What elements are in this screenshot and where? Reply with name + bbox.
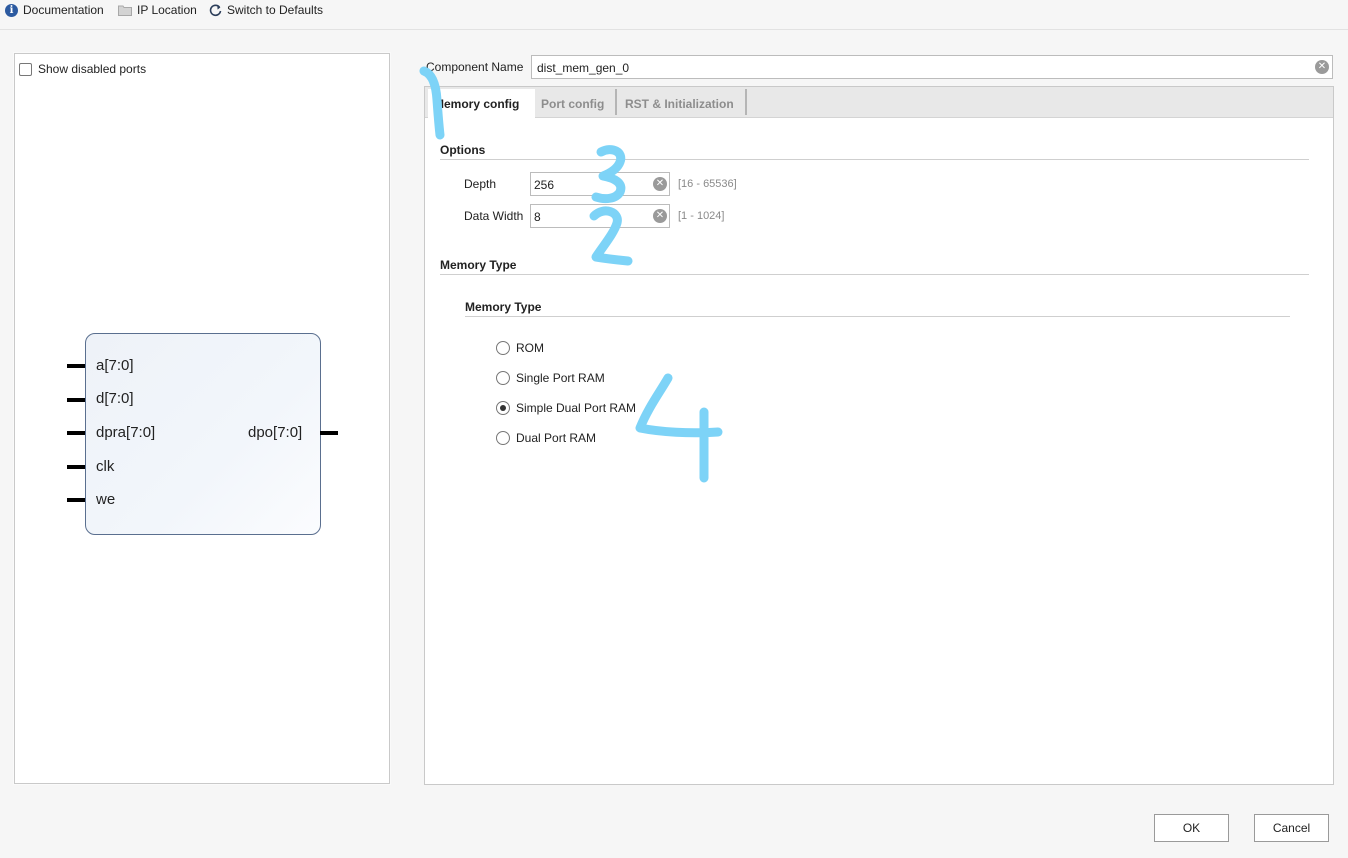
ip-location-label: IP Location <box>137 3 197 17</box>
component-name-input[interactable]: dist_mem_gen_0 ✕ <box>531 55 1333 79</box>
radio-single-port-ram[interactable]: Single Port RAM <box>496 371 605 385</box>
data-width-range: [1 - 1024] <box>678 210 725 222</box>
radio-rom[interactable]: ROM <box>496 341 544 355</box>
options-title: Options <box>440 143 486 157</box>
symbol-panel: Show disabled ports a[7:0] d[7:0] dpra[7… <box>13 52 391 785</box>
port-we-label: we <box>96 491 116 508</box>
tab-port-config[interactable]: Port config <box>535 89 615 118</box>
tab-separator <box>745 89 747 115</box>
checkbox-box[interactable] <box>19 62 32 76</box>
memory-type-group-title: Memory Type <box>465 300 542 314</box>
radio-dual-port-ram-label: Dual Port RAM <box>516 431 597 445</box>
switch-defaults-button[interactable]: Switch to Defaults <box>209 2 323 18</box>
show-disabled-ports-checkbox[interactable]: Show disabled ports <box>19 62 146 76</box>
folder-icon <box>118 5 132 16</box>
clear-icon[interactable]: ✕ <box>653 177 667 191</box>
component-name-label: Component Name <box>426 60 524 74</box>
documentation-button[interactable]: i Documentation <box>5 2 104 18</box>
tab-bar: Memory config Port config RST & Initiali… <box>425 87 1333 119</box>
ip-location-button[interactable]: IP Location <box>118 2 197 18</box>
cancel-button-label: Cancel <box>1272 821 1311 835</box>
tab-port-config-label: Port config <box>541 96 605 111</box>
port-clk-label: clk <box>96 458 115 475</box>
radio-simple-dual-port-ram-label: Simple Dual Port RAM <box>516 401 637 415</box>
pin-we <box>67 498 85 502</box>
radio-button[interactable] <box>496 401 510 415</box>
port-a-label: a[7:0] <box>96 357 134 374</box>
radio-button[interactable] <box>496 431 510 445</box>
show-disabled-ports-label: Show disabled ports <box>38 62 147 76</box>
depth-range: [16 - 65536] <box>678 178 737 190</box>
radio-button[interactable] <box>496 341 510 355</box>
switch-defaults-label: Switch to Defaults <box>227 3 324 17</box>
pin-dpo <box>320 431 338 435</box>
port-dpra-label: dpra[7:0] <box>96 424 156 441</box>
port-d-label: d[7:0] <box>96 390 134 407</box>
clear-icon[interactable]: ✕ <box>653 209 667 223</box>
tab-separator <box>615 89 617 115</box>
reset-icon <box>209 4 222 16</box>
ok-button-label: OK <box>1182 821 1201 835</box>
cancel-button[interactable]: Cancel <box>1254 814 1329 842</box>
tab-memory-config[interactable]: Memory config <box>428 89 535 119</box>
data-width-input[interactable]: 8 ✕ <box>530 204 670 228</box>
tab-rst-initialization[interactable]: RST & Initialization <box>619 89 743 118</box>
radio-single-port-ram-label: Single Port RAM <box>516 371 605 385</box>
pin-dpra <box>67 431 85 435</box>
data-width-label: Data Width <box>464 209 524 223</box>
radio-dual-port-ram[interactable]: Dual Port RAM <box>496 431 596 445</box>
pin-a <box>67 364 85 368</box>
clear-icon[interactable]: ✕ <box>1315 60 1329 74</box>
radio-simple-dual-port-ram[interactable]: Simple Dual Port RAM <box>496 401 636 415</box>
pin-d <box>67 398 85 402</box>
pin-clk <box>67 465 85 469</box>
memory-type-divider <box>440 274 1309 275</box>
data-width-value: 8 <box>534 210 541 224</box>
toolbar: i Documentation IP Location Switch to De… <box>0 0 1348 30</box>
port-dpo-label: dpo[7:0] <box>248 424 303 441</box>
memory-type-group-divider <box>465 316 1290 317</box>
options-divider <box>440 159 1309 160</box>
documentation-label: Documentation <box>23 3 104 17</box>
tab-rst-label: RST & Initialization <box>625 96 734 111</box>
radio-rom-label: ROM <box>516 341 544 355</box>
memory-type-section-title: Memory Type <box>440 258 517 272</box>
radio-button[interactable] <box>496 371 510 385</box>
depth-value: 256 <box>534 178 555 192</box>
info-icon: i <box>5 3 18 17</box>
tab-memory-config-label: Memory config <box>434 97 520 111</box>
depth-input[interactable]: 256 ✕ <box>530 172 670 196</box>
depth-label: Depth <box>464 177 497 191</box>
ok-button[interactable]: OK <box>1154 814 1229 842</box>
component-name-value: dist_mem_gen_0 <box>537 61 630 75</box>
